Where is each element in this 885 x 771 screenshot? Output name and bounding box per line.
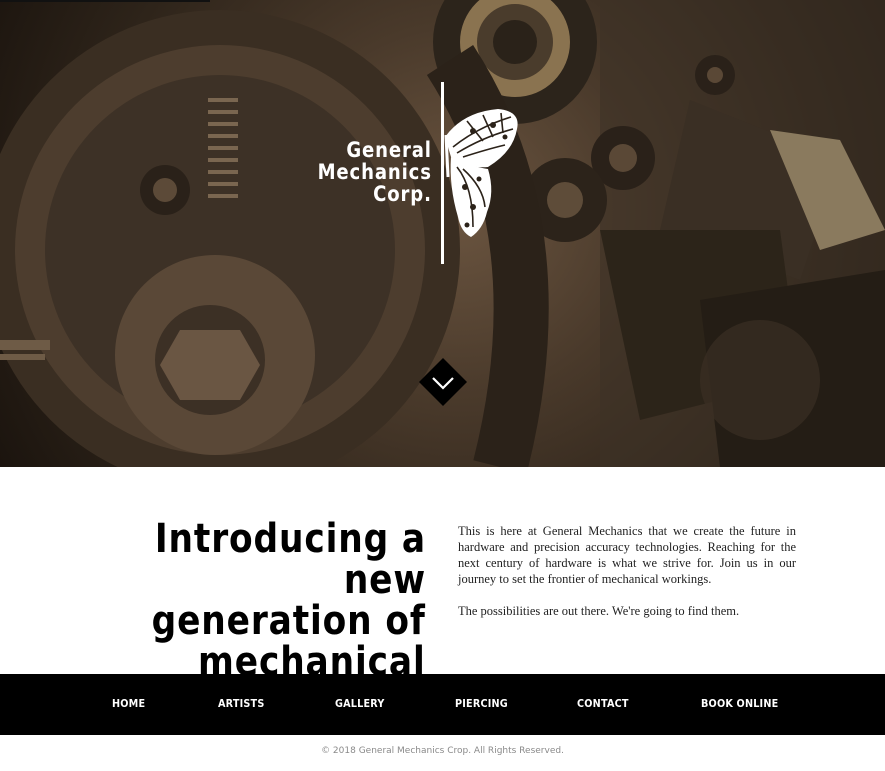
intro-paragraph-1: This is here at General Mechanics that w… (458, 524, 796, 586)
butterfly-icon (444, 109, 518, 237)
logo[interactable]: General Mechanics Corp. (318, 82, 530, 264)
headline-line-2: generation of (151, 598, 426, 644)
nav-item-home[interactable]: HOME (112, 698, 145, 710)
intro-text: This is here at General Mechanics that w… (458, 523, 796, 635)
nav-item-gallery[interactable]: GALLERY (335, 698, 385, 710)
logo-line-3: Corp. (373, 182, 432, 206)
logo-line-2: Mechanics (317, 160, 432, 184)
headline-line-1: Introducing a new (154, 519, 426, 603)
nav-item-piercing[interactable]: PIERCING (455, 698, 508, 710)
logo-line-1: General (346, 138, 432, 162)
footer-copyright: © 2018 General Mechanics Crop. All Right… (321, 746, 564, 756)
top-strip (0, 0, 210, 2)
scroll-down-button[interactable] (419, 358, 467, 406)
chevron-down-icon (419, 358, 467, 406)
nav-item-artists[interactable]: ARTISTS (218, 698, 264, 710)
intro-paragraph-2: The possibilities are out there. We're g… (458, 604, 740, 618)
logo-text: General Mechanics Corp. (318, 139, 432, 205)
headline-line-3: mechanical (198, 639, 426, 675)
hero-section: General Mechanics Corp. (0, 0, 885, 467)
nav-item-book-online[interactable]: BOOK ONLINE (701, 698, 778, 710)
page-headline: Introducing a new generation of mechanic… (100, 519, 426, 674)
main-nav: HOME ARTISTS GALLERY PIERCING CONTACT BO… (0, 674, 885, 735)
nav-item-contact[interactable]: CONTACT (577, 698, 629, 710)
